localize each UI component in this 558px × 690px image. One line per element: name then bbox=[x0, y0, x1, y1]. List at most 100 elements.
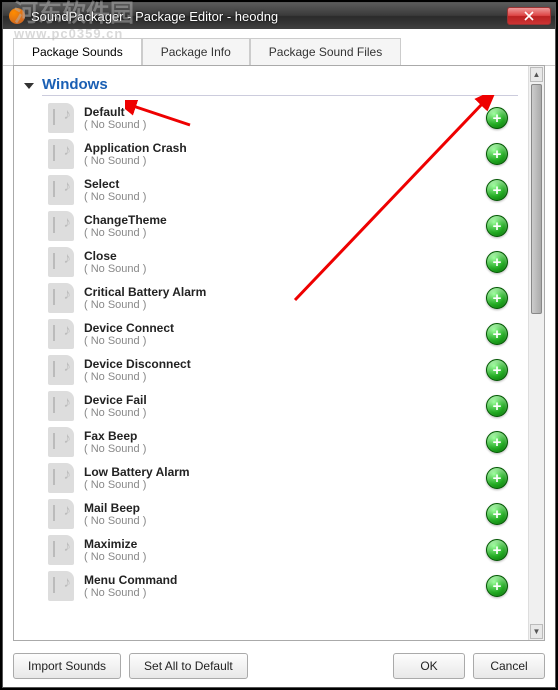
sound-row[interactable]: Device Fail( No Sound ) + bbox=[48, 388, 528, 424]
window-title: SoundPackager - Package Editor - heodng bbox=[31, 9, 507, 24]
sound-text: Low Battery Alarm( No Sound ) bbox=[84, 465, 486, 491]
music-file-icon bbox=[48, 103, 74, 133]
sound-status: ( No Sound ) bbox=[84, 371, 486, 383]
sound-name: Low Battery Alarm bbox=[84, 465, 486, 479]
sound-name: Maximize bbox=[84, 537, 486, 551]
add-sound-button[interactable]: + bbox=[486, 359, 508, 381]
sound-status: ( No Sound ) bbox=[84, 407, 486, 419]
add-sound-button[interactable]: + bbox=[486, 323, 508, 345]
add-sound-button[interactable]: + bbox=[486, 575, 508, 597]
cancel-button[interactable]: Cancel bbox=[473, 653, 545, 679]
sound-text: Device Fail( No Sound ) bbox=[84, 393, 486, 419]
add-sound-button[interactable]: + bbox=[486, 395, 508, 417]
plus-icon: + bbox=[493, 470, 502, 487]
plus-icon: + bbox=[493, 434, 502, 451]
music-file-icon bbox=[48, 427, 74, 457]
sound-row[interactable]: Menu Command( No Sound ) + bbox=[48, 568, 528, 604]
plus-icon: + bbox=[493, 398, 502, 415]
sound-name: Select bbox=[84, 177, 486, 191]
sound-status: ( No Sound ) bbox=[84, 191, 486, 203]
music-file-icon bbox=[48, 535, 74, 565]
sound-text: Device Disconnect( No Sound ) bbox=[84, 357, 486, 383]
tab-package-sounds[interactable]: Package Sounds bbox=[13, 38, 142, 66]
sound-row[interactable]: ChangeTheme( No Sound )+ bbox=[48, 208, 528, 244]
tab-bar: Package Sounds Package Info Package Soun… bbox=[3, 29, 555, 66]
sound-name: ChangeTheme bbox=[84, 213, 486, 227]
titlebar: SoundPackager - Package Editor - heodng bbox=[3, 3, 555, 29]
sound-row[interactable]: Low Battery Alarm( No Sound ) + bbox=[48, 460, 528, 496]
sound-text: Fax Beep( No Sound ) bbox=[84, 429, 486, 455]
sound-status: ( No Sound ) bbox=[84, 587, 486, 599]
plus-icon: + bbox=[493, 182, 502, 199]
add-sound-button[interactable]: + bbox=[486, 431, 508, 453]
music-file-icon bbox=[48, 355, 74, 385]
add-sound-button[interactable]: + bbox=[486, 107, 508, 129]
close-button[interactable] bbox=[507, 7, 551, 25]
sound-text: ChangeTheme( No Sound ) bbox=[84, 213, 486, 239]
add-sound-button[interactable]: + bbox=[486, 143, 508, 165]
expand-arrow-icon bbox=[24, 83, 34, 89]
app-icon bbox=[9, 8, 25, 24]
sound-status: ( No Sound ) bbox=[84, 263, 486, 275]
plus-icon: + bbox=[493, 254, 502, 271]
add-sound-button[interactable]: + bbox=[486, 467, 508, 489]
add-sound-button[interactable]: + bbox=[486, 287, 508, 309]
sound-text: Application Crash( No Sound ) bbox=[84, 141, 486, 167]
sound-row[interactable]: Critical Battery Alarm( No Sound )+ bbox=[48, 280, 528, 316]
music-file-icon bbox=[48, 319, 74, 349]
music-file-icon bbox=[48, 571, 74, 601]
sound-status: ( No Sound ) bbox=[84, 335, 486, 347]
sound-name: Application Crash bbox=[84, 141, 486, 155]
sound-text: Device Connect( No Sound ) bbox=[84, 321, 486, 347]
scroll-up-button[interactable]: ▲ bbox=[530, 67, 543, 82]
plus-icon: + bbox=[493, 578, 502, 595]
sound-row[interactable]: Default( No Sound ) + bbox=[48, 100, 528, 136]
sound-row[interactable]: Close( No Sound ) + bbox=[48, 244, 528, 280]
sound-text: Maximize( No Sound ) bbox=[84, 537, 486, 563]
sound-text: Default( No Sound ) bbox=[84, 105, 486, 131]
sound-text: Mail Beep( No Sound ) bbox=[84, 501, 486, 527]
music-file-icon bbox=[48, 391, 74, 421]
sound-row[interactable]: Device Connect( No Sound )+ bbox=[48, 316, 528, 352]
sound-status: ( No Sound ) bbox=[84, 515, 486, 527]
sound-text: Critical Battery Alarm( No Sound ) bbox=[84, 285, 486, 311]
sound-row[interactable]: Fax Beep( No Sound ) + bbox=[48, 424, 528, 460]
sound-row[interactable]: Maximize( No Sound ) + bbox=[48, 532, 528, 568]
sound-name: Mail Beep bbox=[84, 501, 486, 515]
vertical-scrollbar[interactable]: ▲ ▼ bbox=[528, 66, 544, 640]
ok-button[interactable]: OK bbox=[393, 653, 465, 679]
sound-name: Default bbox=[84, 105, 486, 119]
plus-icon: + bbox=[493, 506, 502, 523]
sound-row[interactable]: Select( No Sound ) + bbox=[48, 172, 528, 208]
add-sound-button[interactable]: + bbox=[486, 503, 508, 525]
add-sound-button[interactable]: + bbox=[486, 251, 508, 273]
close-icon bbox=[524, 11, 534, 21]
music-file-icon bbox=[48, 283, 74, 313]
tab-package-info[interactable]: Package Info bbox=[142, 38, 250, 66]
sound-name: Close bbox=[84, 249, 486, 263]
add-sound-button[interactable]: + bbox=[486, 215, 508, 237]
sound-status: ( No Sound ) bbox=[84, 227, 486, 239]
sound-status: ( No Sound ) bbox=[84, 119, 486, 131]
bottom-bar: Import Sounds Set All to Default OK Canc… bbox=[13, 653, 545, 679]
group-header-windows[interactable]: Windows bbox=[14, 72, 528, 100]
tab-package-sound-files[interactable]: Package Sound Files bbox=[250, 38, 401, 66]
sound-status: ( No Sound ) bbox=[84, 443, 486, 455]
add-sound-button[interactable]: + bbox=[486, 539, 508, 561]
plus-icon: + bbox=[493, 110, 502, 127]
music-file-icon bbox=[48, 139, 74, 169]
music-file-icon bbox=[48, 463, 74, 493]
sound-row[interactable]: Mail Beep( No Sound ) + bbox=[48, 496, 528, 532]
plus-icon: + bbox=[493, 542, 502, 559]
scroll-area: Windows Default( No Sound )+Application … bbox=[14, 66, 528, 640]
sound-row[interactable]: Device Disconnect( No Sound )+ bbox=[48, 352, 528, 388]
content-panel: Windows Default( No Sound )+Application … bbox=[13, 65, 545, 641]
set-all-default-button[interactable]: Set All to Default bbox=[129, 653, 248, 679]
scroll-thumb[interactable] bbox=[531, 84, 542, 314]
import-sounds-button[interactable]: Import Sounds bbox=[13, 653, 121, 679]
sound-name: Menu Command bbox=[84, 573, 486, 587]
add-sound-button[interactable]: + bbox=[486, 179, 508, 201]
sound-row[interactable]: Application Crash( No Sound )+ bbox=[48, 136, 528, 172]
sound-text: Select( No Sound ) bbox=[84, 177, 486, 203]
scroll-down-button[interactable]: ▼ bbox=[530, 624, 543, 639]
